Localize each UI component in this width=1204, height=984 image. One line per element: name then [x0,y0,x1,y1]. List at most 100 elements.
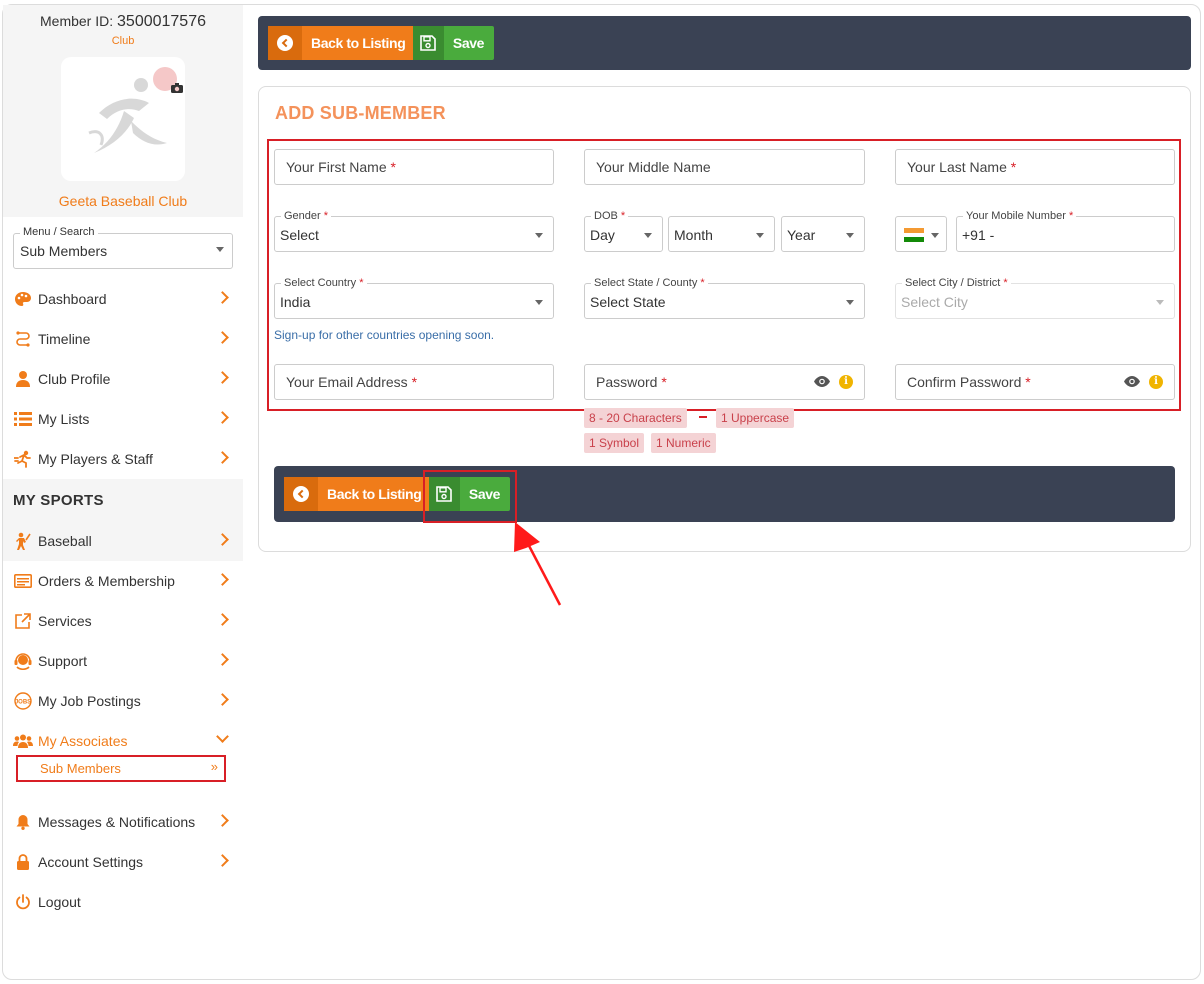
chevron-down-icon [644,233,652,238]
sidebar-item-logout[interactable]: Logout [3,882,243,922]
camera-icon[interactable] [153,67,183,93]
password-placeholder: Password [596,374,658,390]
mobile-number-field[interactable]: Your Mobile Number * +91 - [956,209,1175,252]
required-mark: * [359,277,364,289]
back-circle-icon [284,477,318,511]
sidebar-item-club-profile[interactable]: Club Profile [3,359,243,399]
chevron-right-icon [216,451,229,464]
required-mark: * [411,374,418,390]
member-id: Member ID: 3500017576 [3,13,243,31]
eye-icon[interactable] [1124,376,1140,387]
sidebar-item-my-players-staff[interactable]: My Players & Staff [3,439,243,479]
eye-icon[interactable] [814,376,830,387]
required-mark: * [1025,374,1031,390]
sidebar-subitem-label: Sub Members [40,761,121,776]
dob-day-select[interactable]: DOB * Day [584,209,663,252]
sidebar-item-label: Timeline [38,331,91,347]
chevron-down-icon [535,300,543,305]
save-label: Save [452,35,485,51]
section-title-my-sports: MY SPORTS [3,479,243,521]
sidebar-item-label: Messages & Notifications [38,814,196,830]
city-select[interactable]: Select City / District * Select City [895,276,1175,319]
sidebar-item-messages-notifications[interactable]: Messages & Notifications [3,802,243,842]
save-button[interactable]: Save [413,26,494,60]
info-icon[interactable]: i [1149,375,1163,389]
power-icon [13,893,33,911]
sidebar-item-label: My Associates [38,733,128,749]
sidebar-item-label: Support [38,653,88,669]
chevron-right-icon [216,613,229,626]
required-mark: * [620,210,626,222]
palette-icon [13,290,33,308]
sidebar-item-label: My Job Postings [38,693,141,709]
mobile-legend: Your Mobile Number [966,210,1066,222]
required-mark: * [700,277,705,289]
svg-text:JOBS: JOBS [15,700,31,706]
chevron-right-icon [216,693,229,706]
sidebar-item-label: Club Profile [38,371,111,387]
dob-year-value: Year [787,227,816,243]
sidebar-item-label: Services [38,613,92,629]
sidebar-item-account-settings[interactable]: Account Settings [3,842,243,882]
back-to-listing-button[interactable]: Back to Listing [268,26,418,60]
dob-month-select[interactable]: Month [668,216,775,252]
chevron-right-icon [216,573,229,586]
sidebar-item-orders-membership[interactable]: Orders & Membership [3,561,243,601]
rule-symbol-badge: 1 Symbol [584,433,645,453]
sidebar-item-my-job-postings[interactable]: JOBS My Job Postings [3,681,243,721]
confirm-password-field[interactable]: Confirm Password * i [895,364,1175,400]
country-value: India [280,294,311,310]
chevron-right-icon [216,291,229,304]
member-type: Club [111,35,135,47]
dob-year-select[interactable]: Year [781,216,865,252]
sidebar-item-timeline[interactable]: Timeline [3,319,243,359]
state-select[interactable]: Select State / County * Select State [584,276,865,319]
profile-panel: Member ID: 3500017576 Club Geeta Basebal… [3,5,243,217]
email-field[interactable]: Your Email Address * [274,364,554,400]
sidebar-item-my-lists[interactable]: My Lists [3,399,243,439]
chevron-down-icon [216,730,229,743]
chevron-down-icon [535,233,543,238]
back-to-listing-label: Back to Listing [327,486,422,502]
sidebar-subitem-sub-members[interactable]: Sub Members » [16,755,226,782]
country-code-select[interactable] [895,216,947,252]
chevron-right-icon [216,371,229,384]
email-placeholder: Your Email Address [286,374,408,390]
sidebar-item-label: My Players & Staff [38,451,153,467]
last-name-field[interactable]: Your Last Name * [895,149,1175,185]
chevron-right-icon [216,814,229,827]
country-select[interactable]: Select Country * India [274,276,554,319]
bottom-toolbar: Back to Listing Save [274,466,1175,522]
headset-icon [13,652,33,670]
middle-name-placeholder: Your Middle Name [596,159,711,175]
first-name-field[interactable]: Your First Name * [274,149,554,185]
info-icon[interactable]: i [839,375,853,389]
dob-legend: DOB [594,210,618,222]
mobile-value: +91 - [962,227,995,243]
jobs-icon: JOBS [13,692,33,710]
chevron-down-icon [931,233,939,238]
rule-uppercase-badge: 1 Uppercase [716,408,795,428]
required-mark: * [1003,277,1008,289]
club-logo [61,57,185,181]
city-value: Select City [901,294,968,310]
back-to-listing-button[interactable]: Back to Listing [284,477,434,511]
chevron-down-icon [1156,300,1164,305]
double-chevron-right-icon: » [210,759,218,774]
gender-select[interactable]: Gender * Select [274,209,554,252]
rule-length-badge: 8 - 20 Characters [584,408,687,428]
menu-search-select[interactable]: Menu / Search Sub Members [13,226,233,269]
required-mark: * [390,159,396,175]
middle-name-field[interactable]: Your Middle Name [584,149,865,185]
sidebar-item-support[interactable]: Support [3,641,243,681]
sidebar-item-label: Logout [38,894,81,910]
sidebar-item-services[interactable]: Services [3,601,243,641]
list-icon [13,410,33,428]
password-field[interactable]: Password * i [584,364,865,400]
menu-search-legend: Menu / Search [20,226,98,238]
first-name-placeholder: Your First Name [286,159,387,175]
menu-search-value: Sub Members [20,243,108,259]
sidebar-item-dashboard[interactable]: Dashboard [3,279,243,319]
sidebar-item-baseball[interactable]: Baseball [3,521,243,561]
dob-month-value: Month [674,227,713,243]
